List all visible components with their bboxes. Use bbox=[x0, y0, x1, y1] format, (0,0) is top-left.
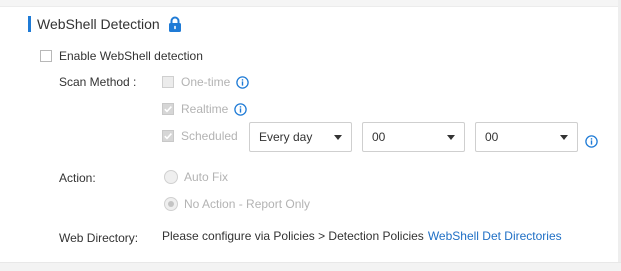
scan-onetime-option[interactable]: One-time bbox=[162, 75, 250, 89]
web-directory-text: Please configure via Policies > Detectio… bbox=[162, 229, 424, 243]
autofix-label: Auto Fix bbox=[184, 170, 229, 184]
scan-scheduled-option[interactable]: Scheduled bbox=[162, 129, 238, 143]
realtime-checkbox[interactable] bbox=[162, 103, 174, 115]
action-report-only-option[interactable]: No Action - Report Only bbox=[164, 197, 310, 211]
lock-icon bbox=[168, 16, 182, 32]
web-directory-label: Web Directory: bbox=[59, 231, 139, 245]
scan-realtime-option[interactable]: Realtime bbox=[162, 102, 248, 116]
schedule-frequency-value: Every day bbox=[259, 130, 313, 144]
schedule-hour-value: 00 bbox=[372, 130, 386, 144]
enable-webshell-label: Enable WebShell detection bbox=[59, 49, 203, 63]
scheduled-checkbox[interactable] bbox=[162, 130, 174, 142]
info-icon[interactable] bbox=[234, 102, 248, 116]
report-only-label: No Action - Report Only bbox=[184, 197, 311, 211]
info-icon[interactable] bbox=[585, 135, 598, 148]
action-autofix-option[interactable]: Auto Fix bbox=[164, 170, 228, 184]
bottom-divider bbox=[0, 262, 621, 271]
info-icon[interactable] bbox=[236, 75, 250, 89]
chevron-down-icon bbox=[334, 134, 342, 140]
enable-row[interactable]: Enable WebShell detection bbox=[40, 49, 203, 63]
autofix-radio[interactable] bbox=[164, 170, 178, 184]
webshell-detection-panel: WebShell Detection Enable WebShell detec… bbox=[0, 0, 621, 271]
section-header: WebShell Detection bbox=[28, 14, 182, 34]
enable-webshell-checkbox[interactable] bbox=[40, 50, 52, 62]
top-divider bbox=[0, 0, 621, 7]
onetime-checkbox[interactable] bbox=[162, 76, 174, 88]
report-only-radio[interactable] bbox=[164, 197, 178, 211]
radio-selected-dot bbox=[168, 201, 174, 207]
scheduled-label: Scheduled bbox=[181, 129, 238, 143]
webshell-directories-link[interactable]: WebShell Det Directories bbox=[428, 229, 562, 243]
schedule-hour-select[interactable]: 00 bbox=[362, 122, 465, 152]
realtime-label: Realtime bbox=[181, 102, 229, 116]
schedule-minute-value: 00 bbox=[485, 130, 499, 144]
onetime-label: One-time bbox=[181, 75, 231, 89]
section-title: WebShell Detection bbox=[37, 16, 160, 32]
chevron-down-icon bbox=[560, 134, 568, 140]
action-label: Action: bbox=[59, 171, 96, 185]
section-accent-bar bbox=[28, 16, 31, 32]
schedule-minute-select[interactable]: 00 bbox=[475, 122, 578, 152]
schedule-frequency-select[interactable]: Every day bbox=[249, 122, 352, 152]
scan-method-label: Scan Method : bbox=[59, 75, 137, 89]
web-directory-value: Please configure via Policies > Detectio… bbox=[162, 229, 562, 243]
chevron-down-icon bbox=[447, 134, 455, 140]
